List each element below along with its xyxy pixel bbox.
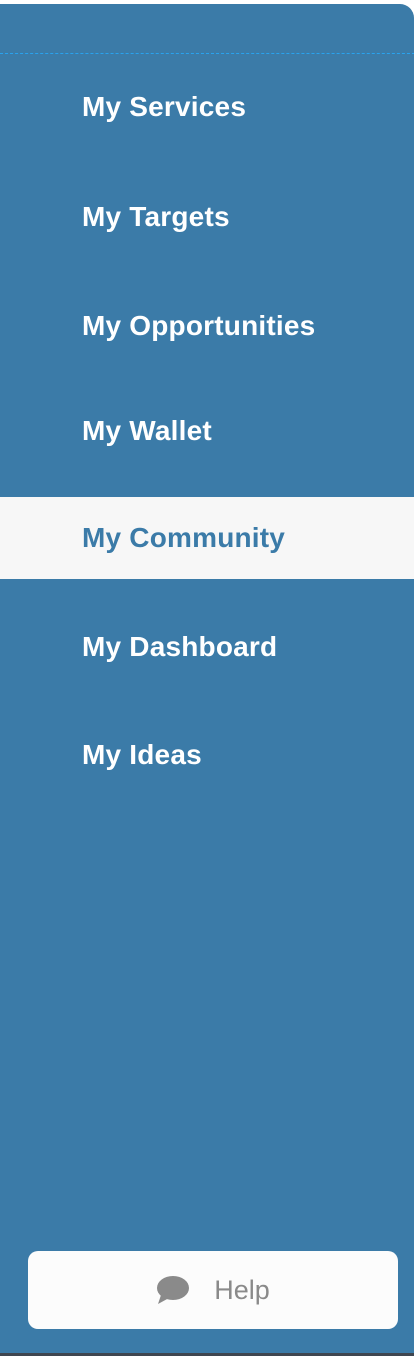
help-label: Help (214, 1274, 270, 1305)
sidebar-item-label: My Community (82, 522, 286, 553)
sidebar: My Services My Targets My Opportunities … (0, 4, 414, 1356)
sidebar-item-my-ideas[interactable]: My Ideas (0, 714, 414, 796)
sidebar-item-label: My Opportunities (82, 310, 316, 341)
sidebar-item-my-services[interactable]: My Services (0, 66, 414, 148)
sidebar-item-my-dashboard[interactable]: My Dashboard (0, 606, 414, 688)
sidebar-item-label: My Dashboard (82, 631, 278, 662)
sidebar-item-my-opportunities[interactable]: My Opportunities (0, 285, 414, 367)
help-button[interactable]: Help (28, 1251, 398, 1329)
guide-line (0, 53, 414, 54)
sidebar-item-label: My Services (82, 91, 247, 122)
sidebar-item-label: My Targets (82, 201, 230, 232)
sidebar-item-label: My Ideas (82, 739, 202, 770)
chat-bubble-icon (156, 1275, 190, 1305)
sidebar-item-my-targets[interactable]: My Targets (0, 176, 414, 258)
sidebar-item-label: My Wallet (82, 415, 212, 446)
sidebar-item-my-community[interactable]: My Community (0, 497, 414, 579)
sidebar-item-my-wallet[interactable]: My Wallet (0, 390, 414, 472)
